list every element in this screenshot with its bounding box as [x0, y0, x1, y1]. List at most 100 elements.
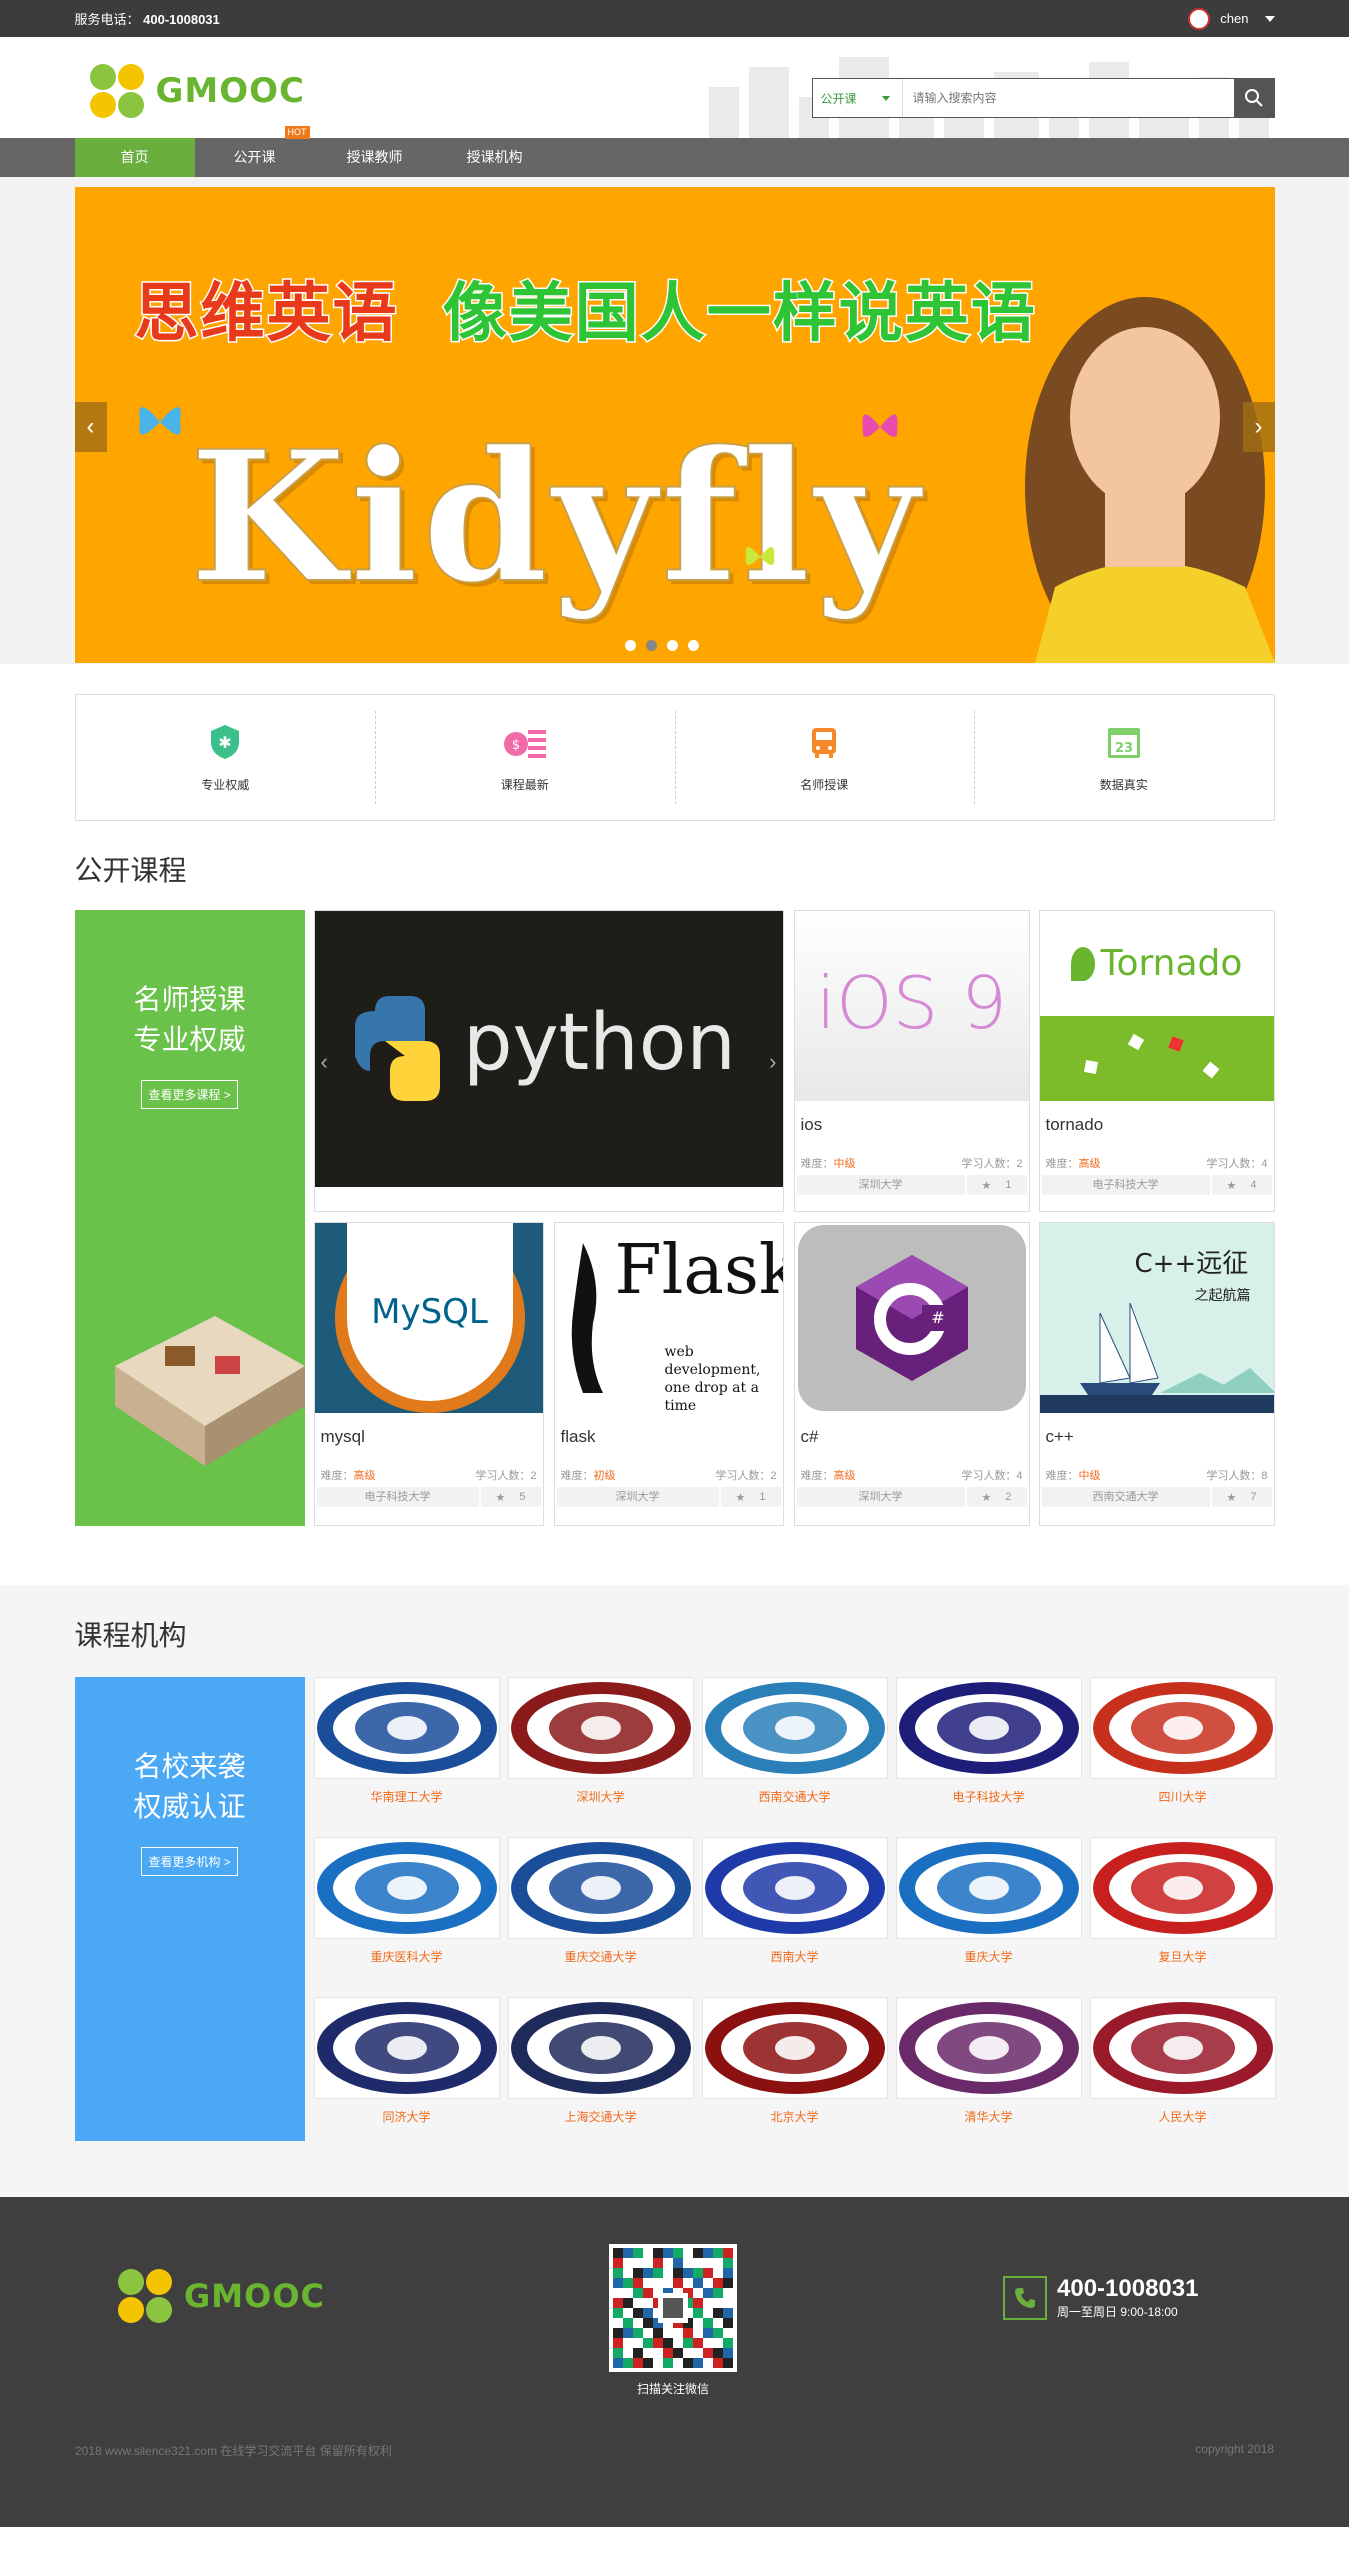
org-card[interactable]: 华南理工大学	[313, 1677, 500, 1805]
org-name[interactable]: 电子科技大学	[896, 1788, 1082, 1805]
user-avatar[interactable]	[1188, 7, 1211, 30]
user-menu[interactable]: chen	[1188, 7, 1275, 30]
footer-bottom: 2018 www.silence321.com 在线学习交流平台 保留所有权利 …	[75, 2442, 1274, 2459]
course-org[interactable]: 电子科技大学	[317, 1487, 481, 1507]
username[interactable]: chen	[1220, 11, 1248, 26]
nav-orgs[interactable]: 授课机构	[435, 138, 555, 177]
org-card[interactable]: 重庆交通大学	[507, 1837, 694, 1965]
chevron-left-icon[interactable]: ‹	[321, 1049, 328, 1075]
course-card-python[interactable]: python ‹ ›	[313, 910, 784, 1212]
org-logo[interactable]	[895, 1677, 1082, 1779]
course-card[interactable]: MySQL mysql 难度：高级 学习人数：2 电子科技大学 ★ 5	[313, 1222, 544, 1526]
org-card[interactable]: 西南交通大学	[701, 1677, 888, 1805]
chevron-down-icon[interactable]	[1264, 15, 1275, 22]
org-name[interactable]: 同济大学	[314, 2108, 500, 2125]
svg-text:$: $	[512, 738, 520, 753]
org-name[interactable]: 深圳大学	[508, 1788, 694, 1805]
banner-prev-button[interactable]: ‹	[74, 402, 107, 452]
course-name[interactable]: c++	[1040, 1413, 1274, 1457]
org-name[interactable]: 西南大学	[702, 1948, 888, 1965]
footer-hours: 周一至周日 9:00-18:00	[1057, 2305, 1178, 2319]
org-logo[interactable]	[895, 1837, 1082, 1939]
banner-slide[interactable]: 思维英语 像美国人一样说英语 Kidyfly ‹ ›	[74, 187, 1275, 663]
org-name[interactable]: 清华大学	[896, 2108, 1082, 2125]
org-name[interactable]: 北京大学	[702, 2108, 888, 2125]
org-card[interactable]: 重庆医科大学	[313, 1837, 500, 1965]
more-orgs-button[interactable]: 查看更多机构 >	[141, 1847, 238, 1876]
course-card[interactable]: # c# 难度：高级 学习人数：4 深圳大学 ★ 2	[793, 1222, 1030, 1526]
fav-button[interactable]: ★ 1	[721, 1487, 781, 1507]
search-input[interactable]	[902, 79, 1234, 117]
banner-dot[interactable]	[624, 640, 636, 651]
org-card[interactable]: 四川大学	[1089, 1677, 1276, 1805]
course-org[interactable]: 深圳大学	[797, 1175, 967, 1195]
org-card[interactable]: 西南大学	[701, 1837, 888, 1965]
org-logo[interactable]	[313, 1837, 500, 1939]
course-card[interactable]: Flask web development, one drop at a time…	[553, 1222, 784, 1526]
org-card[interactable]: 深圳大学	[507, 1677, 694, 1805]
course-card[interactable]: C++远征 之起航篇 c++ 难度：中级 学习人数：8 西南交通大学 ★ 7	[1038, 1222, 1275, 1526]
org-logo[interactable]	[313, 1677, 500, 1779]
org-card[interactable]: 电子科技大学	[895, 1677, 1082, 1805]
banner-dot[interactable]	[645, 640, 657, 651]
org-logo[interactable]	[1089, 1837, 1276, 1939]
fav-button[interactable]: ★ 5	[481, 1487, 541, 1507]
course-org[interactable]: 西南交通大学	[1042, 1487, 1212, 1507]
course-name[interactable]: c#	[795, 1413, 1029, 1457]
org-name[interactable]: 西南交通大学	[702, 1788, 888, 1805]
org-card[interactable]: 北京大学	[701, 1997, 888, 2125]
org-name[interactable]: 四川大学	[1090, 1788, 1276, 1805]
org-logo[interactable]	[701, 1677, 888, 1779]
fav-button[interactable]: ★ 7	[1212, 1487, 1272, 1507]
org-name[interactable]: 重庆医科大学	[314, 1948, 500, 1965]
course-card[interactable]: iOS 9 ios 难度：中级 学习人数：2 深圳大学 ★ 1	[793, 910, 1030, 1212]
org-logo[interactable]	[507, 1677, 694, 1779]
course-card[interactable]: Tornado tornado 难度：高级 学习人数：4 电子科技大学 ★ 4	[1038, 910, 1275, 1212]
org-name[interactable]: 华南理工大学	[314, 1788, 500, 1805]
org-logo[interactable]	[507, 1837, 694, 1939]
org-logo[interactable]	[1089, 1677, 1276, 1779]
org-card[interactable]: 重庆大学	[895, 1837, 1082, 1965]
fav-button[interactable]: ★ 1	[967, 1175, 1027, 1195]
org-name[interactable]: 上海交通大学	[508, 2108, 694, 2125]
banner-next-button[interactable]: ›	[1242, 402, 1275, 452]
course-org[interactable]: 深圳大学	[557, 1487, 721, 1507]
org-logo[interactable]	[1089, 1997, 1276, 2099]
org-logo[interactable]	[313, 1997, 500, 2099]
nav-courses[interactable]: HOT 公开课	[195, 126, 315, 177]
org-logo[interactable]	[701, 1837, 888, 1939]
org-name[interactable]: 复旦大学	[1090, 1948, 1276, 1965]
course-image: iOS 9	[794, 911, 1029, 1101]
course-name[interactable]: tornado	[1040, 1101, 1274, 1145]
banner-dot[interactable]	[687, 640, 699, 651]
site-logo[interactable]: GMOOC	[88, 62, 306, 120]
fav-button[interactable]: ★ 4	[1212, 1175, 1272, 1195]
fav-button[interactable]: ★ 2	[967, 1487, 1027, 1507]
org-card[interactable]: 同济大学	[313, 1997, 500, 2125]
org-logo[interactable]	[895, 1997, 1082, 2099]
org-name[interactable]: 人民大学	[1090, 2108, 1276, 2125]
more-courses-button[interactable]: 查看更多课程 >	[141, 1080, 238, 1109]
org-name[interactable]: 重庆交通大学	[508, 1948, 694, 1965]
banner-dot[interactable]	[666, 640, 678, 651]
orgs-section-title: 课程机构	[74, 1620, 187, 1651]
course-name[interactable]: flask	[555, 1413, 783, 1457]
org-logo[interactable]	[701, 1997, 888, 2099]
footer-logo[interactable]: GMOOC	[116, 2267, 325, 2325]
course-org[interactable]: 电子科技大学	[1042, 1175, 1212, 1195]
nav-home[interactable]: 首页	[74, 138, 195, 177]
org-name[interactable]: 重庆大学	[896, 1948, 1082, 1965]
org-card[interactable]: 人民大学	[1089, 1997, 1276, 2125]
org-card[interactable]: 上海交通大学	[507, 1997, 694, 2125]
org-logo[interactable]	[507, 1997, 694, 2099]
chevron-right-icon[interactable]: ›	[769, 1049, 776, 1075]
flask-subtitle: one drop at a time	[664, 1380, 759, 1413]
org-card[interactable]: 清华大学	[895, 1997, 1082, 2125]
search-category-select[interactable]: 公开课	[813, 79, 903, 117]
nav-teachers[interactable]: 授课教师	[315, 138, 435, 177]
course-org[interactable]: 深圳大学	[797, 1487, 967, 1507]
course-name[interactable]: mysql	[315, 1413, 543, 1457]
org-card[interactable]: 复旦大学	[1089, 1837, 1276, 1965]
course-name[interactable]: ios	[795, 1101, 1029, 1145]
search-button[interactable]	[1233, 79, 1274, 117]
